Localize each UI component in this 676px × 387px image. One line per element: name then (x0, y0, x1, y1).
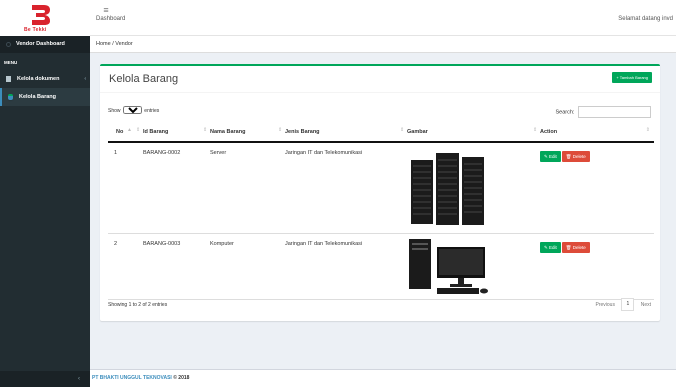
top-navbar: Be Tekki ≡ Dashboard Selamat datang invd (0, 0, 676, 36)
divider (100, 92, 660, 93)
page-title: Dashboard (96, 16, 126, 22)
edit-button[interactable]: ✎ Edit (540, 151, 561, 162)
table-row: 1 BARANG-0002 Server Jaringan IT dan Tel… (108, 142, 654, 234)
sidebar-item-label: Kelola dokumen (17, 76, 60, 82)
cell-nama: Server (203, 142, 278, 234)
logo-mark-icon (32, 5, 50, 25)
box-icon (8, 94, 13, 100)
sort-icon: ⇕ (645, 127, 650, 133)
entries-per-page-select[interactable]: 10 (122, 106, 142, 114)
previous-page-button[interactable]: Previous (595, 302, 614, 308)
sort-icon: ▲ (127, 127, 132, 133)
entries-label: entries (144, 108, 160, 114)
breadcrumb: Home / Vendor (90, 36, 676, 53)
cell-nama: Komputer (203, 233, 278, 300)
column-header-jenis[interactable]: ⇕ Jenis Barang (278, 123, 400, 143)
column-header-action[interactable]: ⇕ Action ⇕ (533, 123, 654, 143)
welcome-user-menu[interactable]: Selamat datang invd (618, 16, 673, 22)
header-label: Gambar (407, 129, 428, 135)
header-label: No (116, 129, 124, 135)
cell-jenis: Jaringan IT dan Telekomunikasi (278, 233, 400, 300)
header-label: Jenis Barang (285, 129, 320, 135)
sort-icon: ⇕ (400, 127, 405, 133)
sidebar-item-kelola-dokumen[interactable]: Kelola dokumen ‹ (0, 70, 90, 88)
search-control: Search: (555, 106, 651, 118)
column-header-id[interactable]: ⇕ Id Barang (136, 123, 203, 143)
sidebar: Vendor Dashboard MENU Kelola dokumen ‹ K… (0, 36, 90, 387)
pagination: Previous 1 Next (595, 298, 651, 311)
logo[interactable]: Be Tekki (0, 0, 90, 36)
desktop-computer-image (409, 238, 488, 294)
server-rack-image (411, 153, 484, 225)
logo-text: Be Tekki (24, 27, 47, 33)
header-label: Id Barang (143, 129, 169, 135)
cell-action: ✎ Edit 🗑 Delete (533, 142, 654, 234)
search-label: Search: (555, 109, 575, 116)
sort-icon: ⇕ (136, 127, 141, 133)
sort-icon: ⇕ (278, 127, 283, 133)
table-row: 2 BARANG-0003 Komputer Jaringan IT dan T… (108, 233, 654, 300)
cell-no: 1 (108, 142, 136, 234)
delete-button[interactable]: 🗑 Delete (561, 241, 590, 253)
cell-gambar (400, 233, 533, 300)
cell-id: BARANG-0003 (136, 233, 203, 300)
sidebar-header-label: Vendor Dashboard (16, 41, 65, 47)
document-icon (6, 76, 11, 82)
cell-gambar (400, 142, 533, 234)
add-item-button[interactable]: + Tambah Barang (612, 72, 652, 83)
user-avatar-icon (6, 42, 11, 47)
footer-company-link[interactable]: PT BHAKTI UNGGUL TEKNOVASI (92, 375, 172, 381)
kelola-barang-panel: Kelola Barang + Tambah Barang Show 10 en… (100, 64, 660, 321)
cell-jenis: Jaringan IT dan Telekomunikasi (278, 142, 400, 234)
sort-icon: ⇕ (533, 127, 538, 133)
sidebar-collapse-button[interactable]: ‹ (0, 371, 90, 387)
sort-icon: ⇕ (203, 127, 208, 133)
column-header-no[interactable]: No ▲ (108, 123, 136, 143)
table-info: Showing 1 to 2 of 2 entries (108, 302, 168, 308)
items-table: No ▲ ⇕ Id Barang ⇕ Nama Barang ⇕ Jenis Baran… (108, 123, 654, 300)
cell-no: 2 (108, 233, 136, 300)
next-page-button[interactable]: Next (641, 302, 651, 308)
cell-action: ✎ Edit 🗑 Delete (533, 233, 654, 300)
menu-section-label: MENU (4, 60, 18, 65)
header-label: Action (540, 129, 558, 135)
delete-button[interactable]: 🗑 Delete (561, 151, 590, 162)
chevron-left-icon: ‹ (84, 76, 86, 82)
page-1-button[interactable]: 1 (621, 298, 635, 311)
header-label: Nama Barang (210, 129, 246, 135)
table-header-row: No ▲ ⇕ Id Barang ⇕ Nama Barang ⇕ Jenis Baran… (108, 123, 654, 143)
sidebar-item-label: Kelola Barang (19, 94, 56, 100)
sidebar-item-kelola-barang[interactable]: Kelola Barang (0, 88, 90, 106)
panel-title: Kelola Barang (109, 73, 179, 85)
cell-id: BARANG-0002 (136, 142, 203, 234)
search-input[interactable] (578, 106, 651, 118)
show-label: Show (108, 108, 121, 114)
column-header-nama[interactable]: ⇕ Nama Barang (203, 123, 278, 143)
sidebar-header[interactable]: Vendor Dashboard (0, 36, 90, 53)
edit-button[interactable]: ✎ Edit (540, 241, 561, 253)
column-header-gambar[interactable]: ⇕ Gambar (400, 123, 533, 143)
footer-copyright: © 2018 (171, 375, 190, 381)
footer: PT BHAKTI UNGGUL TEKNOVASI © 2018 (90, 369, 676, 387)
show-entries-control: Show 10 entries (108, 106, 159, 114)
